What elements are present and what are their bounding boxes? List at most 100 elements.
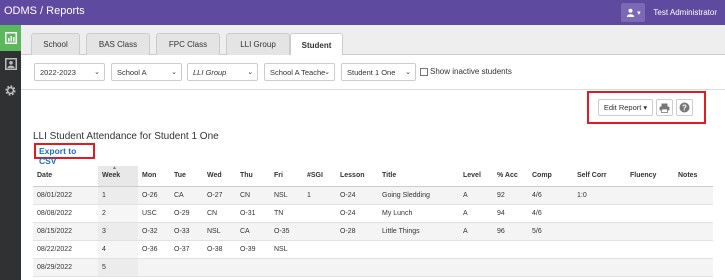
table-cell: A xyxy=(459,222,493,241)
table-cell xyxy=(336,240,378,259)
table-cell xyxy=(528,258,573,277)
table-row: 08/29/2022 5 xyxy=(33,258,713,277)
show-inactive-label: Show inactive students xyxy=(430,67,512,76)
student-select-value: Student 1 One xyxy=(347,67,396,77)
column-header-comp[interactable]: Comp xyxy=(528,166,573,187)
column-header-self-corr[interactable]: Self Corr xyxy=(573,166,626,187)
top-navbar: ODMS / Reports ▾ Test Administrator xyxy=(0,0,725,25)
column-header-level[interactable]: Level xyxy=(459,166,493,187)
table-cell: 1 xyxy=(303,186,336,205)
table-cell xyxy=(336,258,378,277)
table-cell xyxy=(573,204,626,223)
column-header-tue[interactable]: Tue xyxy=(170,166,203,187)
tab-bas-class[interactable]: BAS Class xyxy=(86,33,150,55)
year-select[interactable]: 2022-2023 ⌄ xyxy=(34,63,105,81)
sidebar-item-students[interactable] xyxy=(0,51,21,77)
sidebar xyxy=(0,25,21,280)
sort-asc-icon: ▲ xyxy=(112,165,117,171)
column-header-mon[interactable]: Mon xyxy=(138,166,170,187)
help-icon: ? xyxy=(679,102,690,113)
student-select[interactable]: Student 1 One ⌄ xyxy=(341,63,416,81)
tab-lli-group[interactable]: LLI Group xyxy=(226,33,290,55)
column-header-wed[interactable]: Wed xyxy=(203,166,236,187)
table-cell xyxy=(493,240,528,259)
table-cell: 4 xyxy=(98,240,138,259)
column-header-notes[interactable]: Notes xyxy=(674,166,713,187)
table-cell: 5/6 xyxy=(528,222,573,241)
table-cell: A xyxy=(459,204,493,223)
chevron-down-icon: ⌄ xyxy=(324,69,330,76)
school-select[interactable]: School A ⌄ xyxy=(111,63,182,81)
teacher-select-value: School A Teache xyxy=(270,67,326,77)
group-select[interactable]: LLI Group ⌄ xyxy=(187,63,258,81)
table-cell xyxy=(626,240,674,259)
table-cell xyxy=(626,258,674,277)
student-card-icon xyxy=(4,58,17,70)
chart-icon xyxy=(4,32,17,44)
table-cell: 1:0 xyxy=(573,186,626,205)
table-cell: 08/01/2022 xyxy=(33,186,98,205)
table-cell: O-32 xyxy=(138,222,170,241)
column-header-week[interactable]: Week ▲ xyxy=(98,165,138,187)
report-tabs: School BAS Class FPC Class LLI Group Stu… xyxy=(21,25,725,56)
table-body: 08/01/2022 1 O-26 CA O-27 CN NSL 1 O-24 Going Sle… xyxy=(33,186,713,277)
sidebar-item-reports[interactable] xyxy=(0,25,21,51)
table-cell: 94 xyxy=(493,204,528,223)
table-cell: O-38 xyxy=(203,240,236,259)
user-menu-button[interactable]: ▾ xyxy=(621,3,646,22)
table-cell: 2 xyxy=(98,204,138,223)
app-breadcrumb[interactable]: ODMS / Reports xyxy=(4,5,85,17)
table-cell: O-39 xyxy=(236,240,270,259)
tab-school[interactable]: School xyxy=(31,33,80,55)
attendance-table: Date Week ▲ Mon Tue Wed Thu Fri #SGI Lesson Title L… xyxy=(33,165,713,277)
table-cell xyxy=(303,222,336,241)
chevron-down-icon: ⌄ xyxy=(247,69,253,76)
table-cell: O-36 xyxy=(138,240,170,259)
column-header-fri[interactable]: Fri xyxy=(270,166,303,187)
print-button[interactable] xyxy=(656,99,673,116)
table-cell xyxy=(626,186,674,205)
edit-report-button[interactable]: Edit Report ▾ xyxy=(598,99,653,116)
school-select-value: School A xyxy=(117,67,147,77)
tab-fpc-class[interactable]: FPC Class xyxy=(156,33,220,55)
export-csv-highlight: Export to CSV xyxy=(34,143,95,166)
table-cell: Little Things xyxy=(378,222,459,241)
column-header-date[interactable]: Date xyxy=(33,166,98,187)
table-cell xyxy=(626,222,674,241)
table-cell xyxy=(674,186,713,205)
column-header-title[interactable]: Title xyxy=(378,166,459,187)
table-cell xyxy=(528,240,573,259)
column-header-fluency[interactable]: Fluency xyxy=(626,166,674,187)
help-button[interactable]: ? xyxy=(676,99,693,116)
table-cell xyxy=(573,240,626,259)
table-cell xyxy=(674,240,713,259)
column-header-lesson[interactable]: Lesson xyxy=(336,166,378,187)
show-inactive-checkbox[interactable] xyxy=(420,68,428,76)
table-cell xyxy=(626,204,674,223)
column-header-thu[interactable]: Thu xyxy=(236,166,270,187)
table-cell: NSL xyxy=(270,240,303,259)
export-csv-link[interactable]: Export to CSV xyxy=(39,146,93,166)
column-header-sgi[interactable]: #SGI xyxy=(303,166,336,187)
table-cell xyxy=(493,258,528,277)
user-menu[interactable]: ▾ Test Administrator xyxy=(621,0,717,25)
teacher-select[interactable]: School A Teache ⌄ xyxy=(264,63,335,81)
table-cell xyxy=(674,258,713,277)
gear-icon xyxy=(5,84,16,96)
table-cell: A xyxy=(459,186,493,205)
table-header-row: Date Week ▲ Mon Tue Wed Thu Fri #SGI Lesson Title L… xyxy=(33,165,713,187)
table-cell: 3 xyxy=(98,222,138,241)
table-cell: 4/6 xyxy=(528,204,573,223)
table-cell: TN xyxy=(270,204,303,223)
table-cell: CA xyxy=(170,186,203,205)
sidebar-item-settings[interactable] xyxy=(0,77,21,103)
table-cell: O-27 xyxy=(203,186,236,205)
table-cell: 5 xyxy=(98,258,138,277)
chevron-down-icon: ⌄ xyxy=(171,69,177,76)
table-cell xyxy=(573,222,626,241)
column-header-acc[interactable]: % Acc xyxy=(493,166,528,187)
tab-student[interactable]: Student xyxy=(290,33,343,56)
table-cell: 1 xyxy=(98,186,138,205)
table-cell xyxy=(674,204,713,223)
table-cell: Going Sledding xyxy=(378,186,459,205)
